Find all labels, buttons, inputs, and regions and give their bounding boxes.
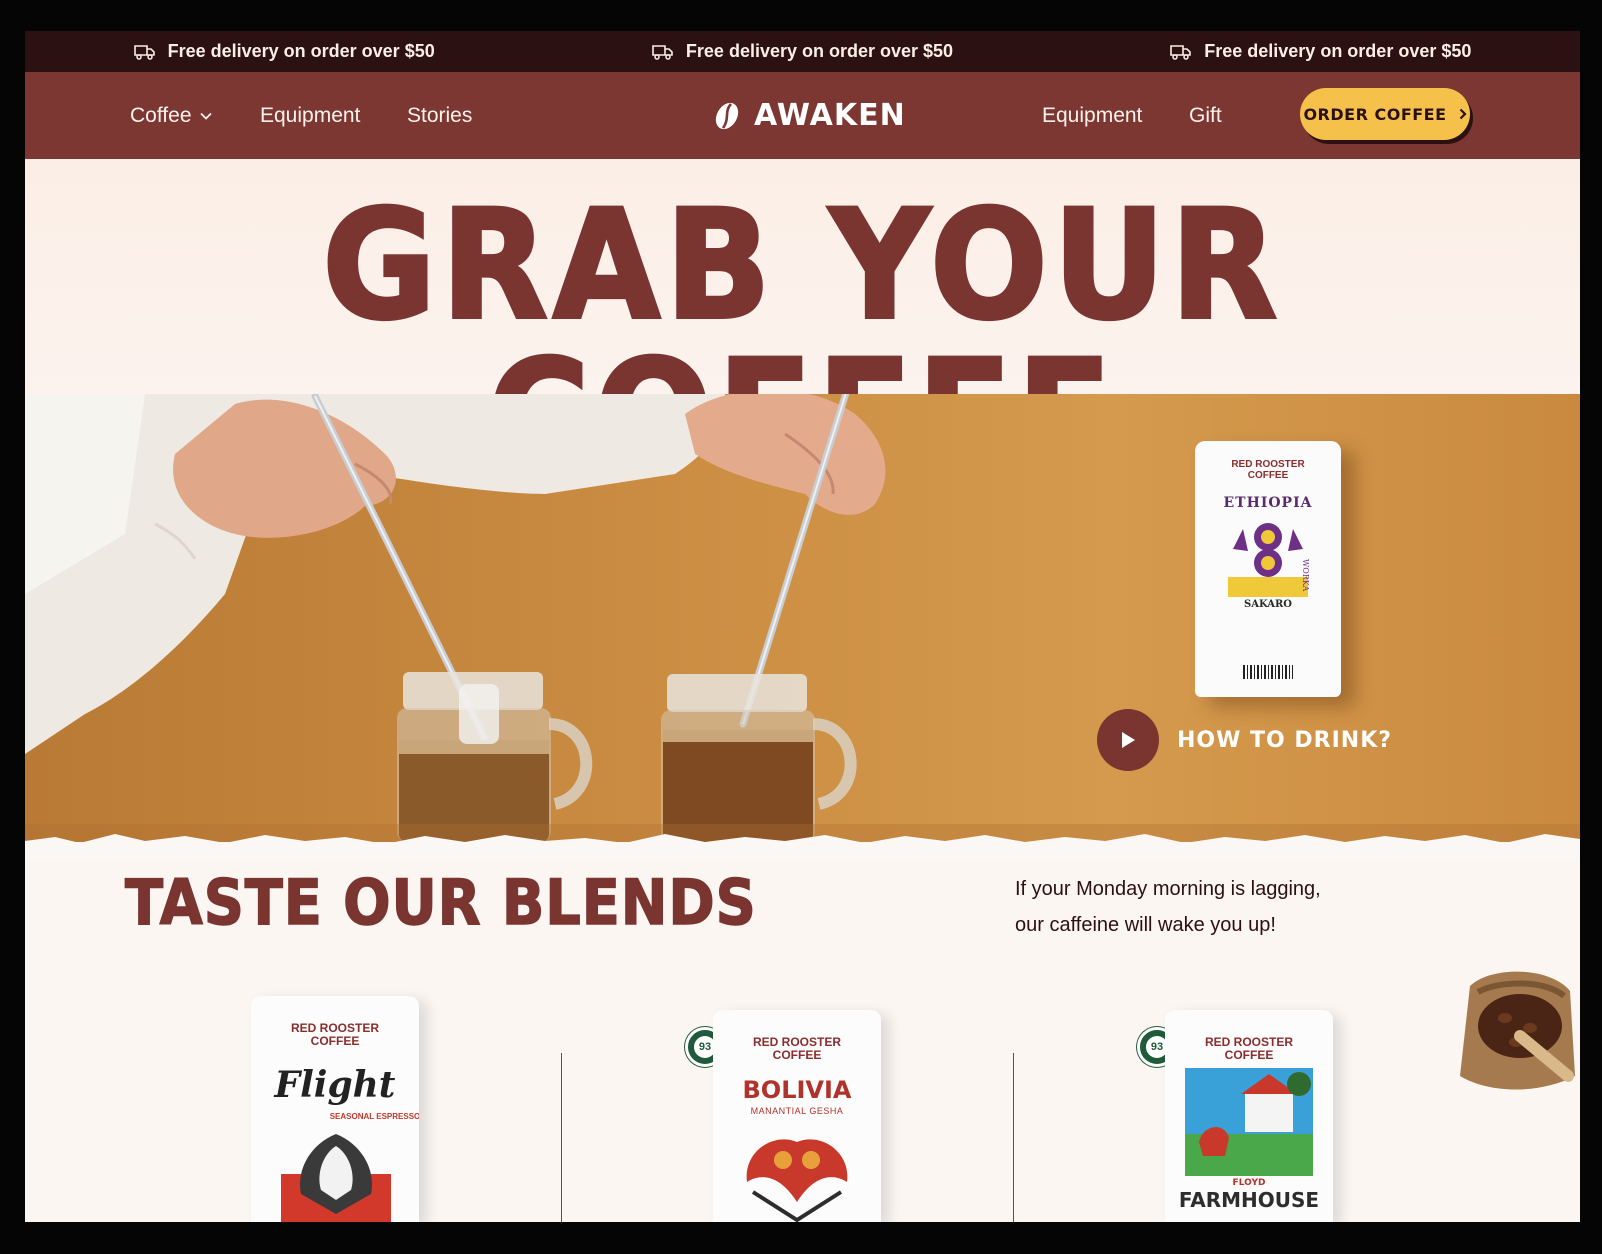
main-nav: Coffee Equipment Stories AWAKEN Equipmen… xyxy=(25,72,1580,159)
bag-product-name: SAKARO xyxy=(1243,599,1293,610)
nav-equipment-right-link[interactable]: Equipment xyxy=(1042,72,1142,159)
bag-brand: RED ROOSTER COFFEE xyxy=(1195,459,1341,481)
product-brand: RED ROOSTER COFFEE xyxy=(1165,1036,1333,1062)
product-brand-line2: COFFEE xyxy=(1224,1048,1274,1062)
hero-title-band: GRAB YOUR COFFEE xyxy=(25,159,1580,493)
browser-viewport: Free delivery on order over $50 Free del… xyxy=(25,31,1580,1222)
truck-icon xyxy=(652,44,673,60)
play-button[interactable] xyxy=(1097,709,1159,771)
hero-product-bag[interactable]: RED ROOSTER COFFEE ETHIOPIA WORKA SAKARO xyxy=(1195,441,1341,697)
bag-artwork: WORKA xyxy=(1228,523,1310,597)
product-brand: RED ROOSTER COFFEE xyxy=(251,1022,419,1048)
product-subtitle: FLOYD xyxy=(1232,1178,1266,1188)
product-name: BOLIVIA xyxy=(742,1076,852,1104)
bag-brand-line1: RED ROOSTER xyxy=(1231,459,1305,470)
nav-gift-link[interactable]: Gift xyxy=(1189,72,1222,159)
blends-description-line1: If your Monday morning is lagging, xyxy=(1015,878,1321,900)
logo[interactable]: AWAKEN xyxy=(712,72,906,159)
announcement-item: Free delivery on order over $50 xyxy=(1170,41,1471,62)
product-card-flight[interactable]: RED ROOSTER COFFEE Flight SEASONAL ESPRE… xyxy=(251,996,419,1222)
order-coffee-button[interactable]: ORDER COFFEE xyxy=(1300,88,1470,140)
column-divider xyxy=(561,1053,562,1222)
nav-coffee-dropdown[interactable]: Coffee xyxy=(130,72,212,159)
truck-icon xyxy=(133,44,155,60)
farmhouse-illustration xyxy=(1185,1068,1313,1176)
announcement-text: Free delivery on order over $50 xyxy=(1204,41,1472,61)
product-subtitle: MANANTIAL GESHA xyxy=(750,1106,844,1116)
blends-description: If your Monday morning is lagging, our c… xyxy=(1015,871,1375,943)
barcode xyxy=(1243,665,1293,679)
order-coffee-label: ORDER COFFEE xyxy=(1303,104,1447,124)
column-divider xyxy=(1013,1053,1014,1222)
bag-brand-line2: COFFEE xyxy=(1247,470,1289,481)
truck-icon xyxy=(1170,44,1192,60)
product-brand-line2: COFFEE xyxy=(772,1048,822,1062)
nav-stories-link[interactable]: Stories xyxy=(407,72,472,159)
nav-equipment-link[interactable]: Equipment xyxy=(260,72,360,159)
hawk-illustration xyxy=(281,1134,391,1222)
blends-description-line2: our caffeine will wake you up! xyxy=(1015,914,1276,936)
coffee-sack-image xyxy=(1460,971,1575,1090)
chevron-right-icon xyxy=(1459,108,1467,120)
birds-illustration xyxy=(746,1139,848,1222)
announcement-text: Free delivery on order over $50 xyxy=(167,41,435,61)
announcement-item: Free delivery on order over $50 xyxy=(652,41,953,62)
announcement-item: Free delivery on order over $50 xyxy=(133,41,435,62)
how-to-drink-label: HOW TO DRINK? xyxy=(1177,727,1393,753)
chevron-down-icon xyxy=(199,112,212,120)
announcement-bar: Free delivery on order over $50 Free del… xyxy=(25,31,1580,72)
hero-image xyxy=(25,394,1580,842)
blends-heading: TASTE OUR BLENDS xyxy=(124,865,757,940)
product-card-bolivia[interactable]: RED ROOSTER COFFEE BOLIVIA MANANTIAL GES… xyxy=(713,1010,881,1222)
announcement-text: Free delivery on order over $50 xyxy=(685,41,954,61)
product-name: Flight xyxy=(274,1064,396,1106)
product-name: FLOYD FARMHOUSE xyxy=(1165,1178,1333,1212)
torn-paper-edge xyxy=(25,834,1580,861)
product-brand-line2: COFFEE xyxy=(310,1034,360,1048)
bag-origin: ETHIOPIA xyxy=(1223,495,1313,511)
product-name-text: FARMHOUSE xyxy=(1178,1188,1320,1212)
product-card-farmhouse[interactable]: RED ROOSTER COFFEE FLOYD FARMHOUSE xyxy=(1165,1010,1333,1222)
play-icon xyxy=(1122,732,1135,748)
product-brand: RED ROOSTER COFFEE xyxy=(713,1036,881,1062)
bag-side-text: WORKA xyxy=(1301,559,1310,591)
coffee-bean-icon xyxy=(715,102,739,129)
hero-illustration xyxy=(25,394,1580,842)
nav-coffee-label: Coffee xyxy=(130,103,192,127)
product-subtitle: SEASONAL ESPRESSO xyxy=(329,1112,419,1121)
logo-text: AWAKEN xyxy=(754,98,906,133)
how-to-drink-video[interactable]: HOW TO DRINK? xyxy=(1097,709,1392,771)
